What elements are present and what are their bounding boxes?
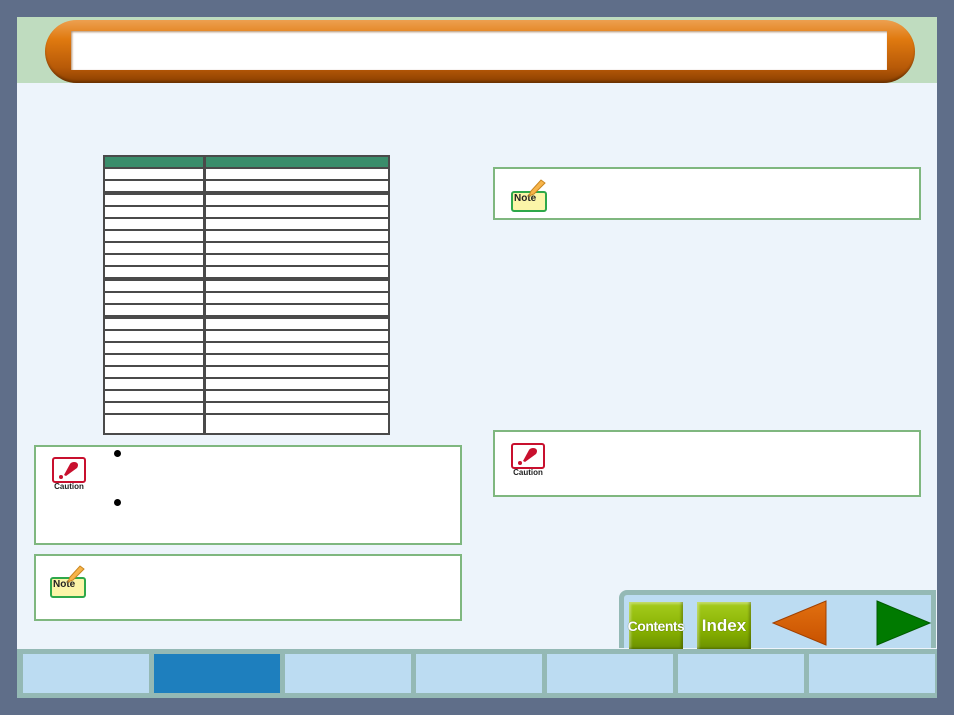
table-cell bbox=[204, 265, 389, 279]
caution-box: Caution bbox=[493, 430, 921, 497]
tab-6[interactable] bbox=[678, 654, 804, 693]
caution-label: Caution bbox=[54, 482, 84, 491]
title-field bbox=[71, 31, 887, 70]
contents-button-label: Contents bbox=[627, 618, 685, 634]
spec-table bbox=[103, 155, 390, 435]
table-cell bbox=[204, 365, 389, 378]
table-cell bbox=[204, 229, 389, 242]
table-cell bbox=[204, 315, 389, 330]
table-row bbox=[104, 229, 389, 242]
table-row bbox=[104, 341, 389, 354]
table-row bbox=[104, 277, 389, 292]
table-cell bbox=[104, 353, 206, 366]
table-cell bbox=[204, 413, 389, 434]
tab-1[interactable] bbox=[23, 654, 149, 693]
tab-7[interactable] bbox=[809, 654, 935, 693]
note-icon: Note bbox=[50, 565, 88, 599]
table-cell bbox=[104, 229, 206, 242]
table-cell bbox=[204, 217, 389, 230]
table-row bbox=[104, 389, 389, 402]
table-cell bbox=[204, 303, 389, 317]
table-cell bbox=[104, 179, 206, 193]
tab-4[interactable] bbox=[416, 654, 542, 693]
caution-icon: Caution bbox=[50, 457, 88, 493]
table-row bbox=[104, 353, 389, 366]
previous-page-arrow-icon[interactable] bbox=[771, 598, 829, 648]
note-icon: Note bbox=[511, 179, 549, 213]
note-box: Note bbox=[493, 167, 921, 220]
table-cell bbox=[204, 389, 389, 402]
table-row bbox=[104, 265, 389, 279]
table-row bbox=[104, 217, 389, 230]
table-row bbox=[104, 315, 389, 330]
table-cell bbox=[104, 253, 206, 266]
table-row bbox=[104, 377, 389, 390]
bottom-tab-bar bbox=[17, 649, 937, 698]
tab-2[interactable] bbox=[154, 654, 280, 693]
table-cell bbox=[104, 401, 206, 414]
table-cell bbox=[104, 303, 206, 317]
caution-icon: Caution bbox=[509, 443, 547, 479]
table-row bbox=[104, 253, 389, 266]
table-row bbox=[104, 329, 389, 342]
table-row bbox=[104, 191, 389, 206]
table-cell bbox=[104, 341, 206, 354]
next-page-arrow-icon[interactable] bbox=[874, 598, 932, 648]
table-cell bbox=[204, 167, 389, 180]
table-row bbox=[104, 401, 389, 414]
table-cell bbox=[104, 413, 206, 434]
table-cell bbox=[104, 205, 206, 218]
table-cell bbox=[104, 389, 206, 402]
bullet-icon bbox=[114, 499, 121, 506]
table-row bbox=[104, 241, 389, 254]
index-button[interactable]: Index bbox=[697, 602, 751, 650]
table-header-row bbox=[104, 155, 389, 168]
note-box: Note bbox=[34, 554, 462, 621]
table-cell bbox=[104, 277, 206, 292]
table-cell bbox=[204, 377, 389, 390]
table-row bbox=[104, 205, 389, 218]
pencil-icon bbox=[67, 565, 85, 583]
nav-panel: Contents Index bbox=[619, 590, 936, 650]
table-row bbox=[104, 303, 389, 317]
table-cell bbox=[104, 167, 206, 180]
table-cell bbox=[104, 241, 206, 254]
title-bar bbox=[45, 20, 915, 83]
caution-label: Caution bbox=[513, 468, 543, 477]
table-row bbox=[104, 413, 389, 434]
table-cell bbox=[104, 191, 206, 206]
table-cell bbox=[104, 315, 206, 330]
caution-box: Caution bbox=[34, 445, 462, 545]
table-cell bbox=[204, 205, 389, 218]
table-row bbox=[104, 291, 389, 304]
table-row bbox=[104, 179, 389, 193]
table-row bbox=[104, 365, 389, 378]
table-cell bbox=[104, 377, 206, 390]
index-button-label: Index bbox=[701, 616, 747, 635]
table-cell bbox=[104, 329, 206, 342]
table-cell bbox=[204, 179, 389, 193]
table-header-cell bbox=[204, 155, 389, 168]
bullet-icon bbox=[114, 450, 121, 457]
table-cell bbox=[204, 191, 389, 206]
table-cell bbox=[204, 241, 389, 254]
pencil-icon bbox=[528, 179, 546, 197]
table-cell bbox=[204, 329, 389, 342]
table-header-cell bbox=[104, 155, 206, 168]
table-cell bbox=[204, 291, 389, 304]
table-cell bbox=[104, 217, 206, 230]
table-row bbox=[104, 167, 389, 180]
table-cell bbox=[204, 277, 389, 292]
header-band bbox=[17, 17, 937, 83]
table-cell bbox=[104, 265, 206, 279]
tab-5[interactable] bbox=[547, 654, 673, 693]
contents-button[interactable]: Contents bbox=[627, 602, 685, 650]
table-cell bbox=[104, 365, 206, 378]
tab-3[interactable] bbox=[285, 654, 411, 693]
table-cell bbox=[204, 341, 389, 354]
table-cell bbox=[104, 291, 206, 304]
table-cell bbox=[204, 353, 389, 366]
table-cell bbox=[204, 401, 389, 414]
table-cell bbox=[204, 253, 389, 266]
